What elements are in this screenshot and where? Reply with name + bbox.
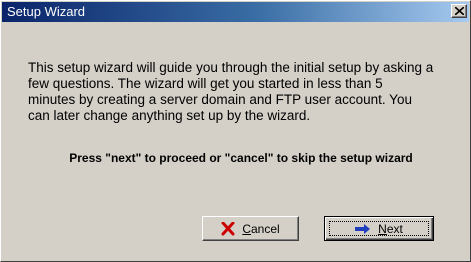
focus-rectangle: [329, 221, 429, 236]
setup-wizard-dialog: Setup Wizard This setup wizard will guid…: [0, 0, 471, 262]
cancel-accel-key: C: [242, 221, 251, 236]
red-x-icon: [221, 221, 235, 236]
close-button[interactable]: [451, 4, 467, 18]
cancel-label: Cancel: [242, 222, 279, 236]
window-title: Setup Wizard: [7, 4, 86, 19]
instruction-prompt: Press "next" to proceed or "cancel" to s…: [69, 151, 413, 165]
intro-line: minutes by creating a server domain and …: [28, 92, 412, 107]
close-icon: [455, 7, 464, 15]
next-button[interactable]: Next: [324, 216, 434, 241]
intro-line: few questions. The wizard will get you s…: [28, 76, 383, 91]
intro-line: can later change anything set up by the …: [28, 108, 311, 123]
intro-text: This setup wizard will guide you through…: [28, 60, 468, 124]
intro-line: This setup wizard will guide you through…: [28, 60, 434, 75]
cancel-label-rest: ancel: [250, 221, 280, 236]
cancel-button[interactable]: Cancel: [202, 216, 299, 241]
title-bar[interactable]: Setup Wizard: [2, 2, 469, 22]
